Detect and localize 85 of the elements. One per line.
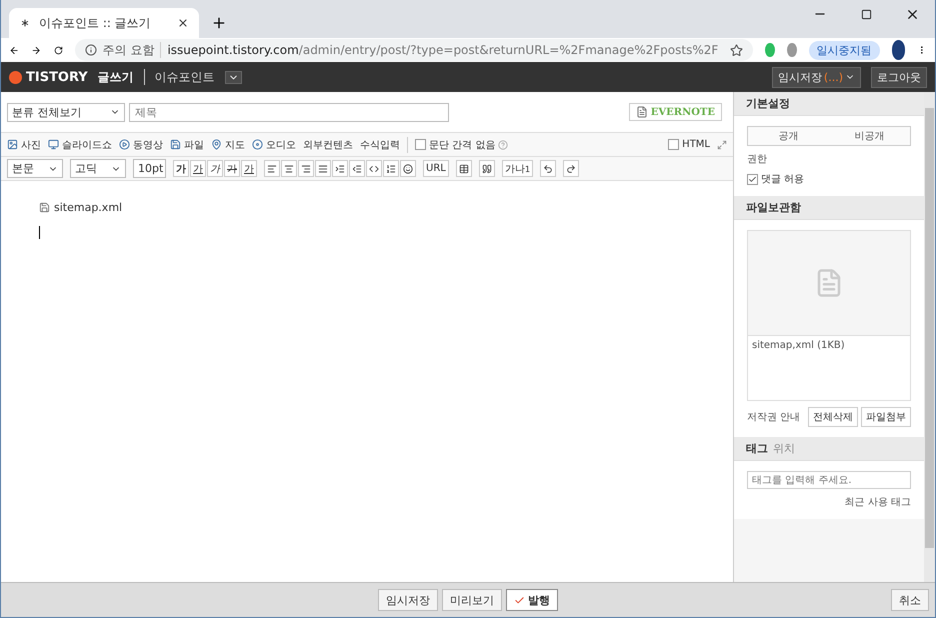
quote-icon[interactable] — [478, 160, 495, 177]
logo-icon — [9, 70, 22, 84]
new-tab-icon[interactable] — [211, 15, 227, 31]
file-icon — [39, 202, 50, 213]
star-icon[interactable] — [730, 44, 744, 56]
url-text: issuepoint.tistory.com/admin/entry/post/?type=post&returnURL=%2Fmanage%2Fposts%2F — [167, 43, 718, 57]
scrollbar-thumb[interactable] — [925, 108, 934, 548]
extension-icon[interactable] — [786, 43, 797, 57]
visibility-option[interactable]: 공개 — [748, 127, 829, 145]
text-cursor — [39, 226, 40, 239]
file-item[interactable]: sitemap,xml (1KB) — [752, 340, 906, 351]
section-title: 기본설정 — [746, 96, 790, 111]
footer-button[interactable]: 임시저장 — [378, 589, 438, 611]
cancel-button[interactable]: 취소 — [891, 589, 929, 611]
check-icon — [514, 594, 525, 606]
outdent-icon[interactable] — [349, 160, 365, 177]
insert-tool[interactable]: 외부컨텐츠 — [303, 138, 353, 152]
logo-text: TISTORY — [26, 70, 88, 84]
format-select[interactable]: 본문 — [7, 159, 63, 178]
footer-button[interactable]: 발행 — [506, 589, 558, 611]
format-select[interactable]: 고딕 — [70, 159, 126, 178]
section-title: 파일보관함 — [746, 200, 801, 215]
paused-badge[interactable]: 일시중지됨 — [808, 40, 880, 60]
insert-tool[interactable]: 파일 — [170, 138, 204, 152]
browser-tab[interactable]: 이슈포인트 :: 글쓰기 — [9, 8, 199, 38]
slides-icon — [48, 139, 59, 150]
align-right-icon[interactable] — [298, 160, 314, 177]
attachment-link[interactable]: sitemap.xml — [54, 201, 122, 214]
insert-tool[interactable]: 지도 — [211, 138, 245, 152]
page-title: 글쓰기 — [98, 68, 134, 86]
image-icon — [7, 139, 18, 150]
comments-checkbox[interactable]: 댓글 허용 — [747, 172, 911, 186]
insert-tool[interactable]: 오디오 — [252, 138, 296, 152]
permission-label: 권한 — [747, 153, 768, 166]
help-icon — [498, 140, 508, 150]
tag-tab[interactable]: 태그 — [746, 441, 768, 456]
numbered-list-icon[interactable] — [383, 160, 399, 177]
paragraph-gap-checkbox[interactable]: 문단 간격 없음 — [415, 138, 508, 152]
profile-avatar[interactable] — [892, 40, 906, 60]
insert-tool[interactable]: 슬라이드쇼 — [48, 138, 112, 152]
maximize-icon[interactable] — [860, 8, 872, 20]
logout-button[interactable]: 로그아웃 — [871, 66, 927, 88]
site-icon — [19, 17, 31, 29]
blog-dropdown[interactable] — [224, 70, 242, 84]
redo-icon[interactable] — [563, 160, 580, 177]
undo-icon[interactable] — [540, 160, 556, 177]
file-icon — [170, 139, 181, 150]
audio-icon — [252, 139, 263, 150]
check-icon — [748, 174, 757, 184]
insert-tool[interactable]: 동영상 — [119, 138, 163, 152]
info-icon — [84, 44, 97, 56]
footer-button[interactable]: 미리보기 — [442, 589, 502, 611]
format-button[interactable]: 가 — [173, 160, 189, 177]
format-button[interactable]: 가 — [241, 160, 257, 177]
insert-tool[interactable]: 수식입력 — [360, 138, 400, 152]
emoticon-icon[interactable] — [400, 160, 416, 177]
delete-all-button[interactable]: 전체삭제 — [808, 407, 858, 427]
visibility-option[interactable]: 비공개 — [829, 127, 910, 145]
align-center-icon[interactable] — [281, 160, 297, 177]
tab-title: 이슈포인트 :: 글쓰기 — [39, 14, 152, 32]
recent-tags-link[interactable]: 최근 사용 태그 — [844, 495, 911, 509]
align-left-icon[interactable] — [264, 160, 280, 177]
url-button[interactable]: URL — [423, 160, 449, 177]
format-button[interactable]: 가 — [224, 160, 240, 177]
indent-icon[interactable] — [332, 160, 348, 177]
blog-name: 이슈포인트 — [154, 68, 215, 86]
title-field[interactable]: 제목 — [129, 102, 449, 122]
tag-field[interactable]: 태그를 입력해 주세요. — [747, 471, 911, 489]
table-icon[interactable] — [456, 160, 472, 177]
category-select[interactable]: 분류 전체보기 — [7, 102, 125, 122]
map-icon — [211, 139, 222, 150]
format-button[interactable]: 가 — [207, 160, 223, 177]
insert-tool[interactable]: 사진 — [7, 138, 41, 152]
copyright-link[interactable]: 저작권 안내 — [747, 410, 800, 424]
video-icon — [119, 139, 130, 150]
html-checkbox[interactable]: HTML — [668, 139, 710, 150]
fullscreen-icon[interactable] — [717, 140, 727, 150]
attach-button[interactable]: 파일첨부 — [861, 407, 911, 427]
security-label: 주의 요함 — [102, 42, 154, 58]
format-button[interactable]: 가 — [190, 160, 206, 177]
align-justify-icon[interactable] — [315, 160, 331, 177]
format-select[interactable]: 10pt — [133, 159, 166, 178]
address-bar[interactable]: 주의 요함 issuepoint.tistory.com/admin/entry/post/?type=post&returnURL=%2Fmanage%2Fposts%2F — [74, 39, 754, 61]
draft-button[interactable]: 임시저장 (...) — [772, 66, 861, 88]
close-icon[interactable] — [177, 17, 189, 29]
